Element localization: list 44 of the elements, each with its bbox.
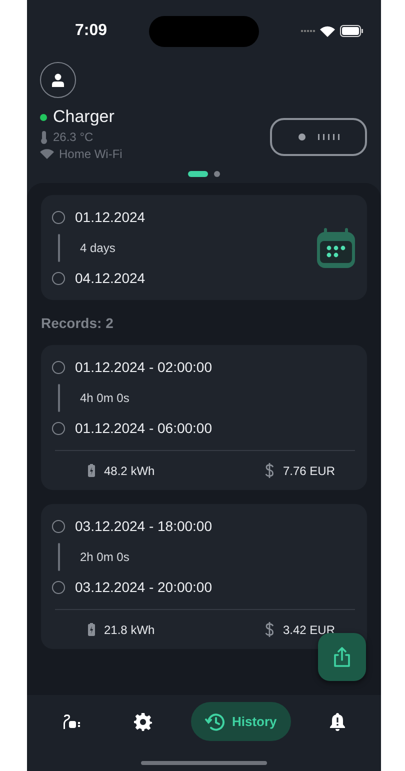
timeline-circle (52, 210, 65, 224)
end-date: 01.12.2024 - 06:00:00 (75, 420, 212, 436)
calendar-icon[interactable] (317, 228, 355, 268)
timeline-circle (52, 520, 65, 532)
settings-icon (134, 712, 152, 730)
duration-text: 4 days (80, 240, 116, 254)
person-icon (51, 73, 65, 87)
profile-button[interactable] (40, 62, 76, 98)
start-date: 01.12.2024 (75, 209, 146, 225)
end-date: 04.12.2024 (75, 270, 146, 286)
cost-text: 7.76 EUR (282, 464, 335, 478)
duration-text: 2h 0m 0s (80, 550, 130, 564)
timeline-circle (52, 360, 65, 374)
charger-name: Charger (53, 107, 114, 127)
wifi-icon (320, 26, 335, 36)
status-time: 7:09 (75, 22, 108, 40)
start-date: 03.12.2024 - 18:00:00 (75, 518, 212, 534)
timeline-circle (52, 272, 65, 284)
start-date: 01.12.2024 - 02:00:00 (75, 359, 212, 375)
nav-tab[interactable]: History (190, 702, 291, 741)
energy-text: 21.8 kWh (104, 622, 155, 636)
page-dot[interactable] (214, 171, 220, 177)
duration-text: 4h 0m 0s (80, 390, 130, 404)
dollar-icon (264, 463, 274, 478)
thermometer-icon (40, 130, 48, 144)
timeline-circle (52, 580, 65, 594)
charger-icon (63, 714, 82, 730)
battery-icon (340, 25, 363, 37)
dollar-icon (264, 622, 274, 637)
timeline-circle (52, 422, 65, 434)
battery-icon (88, 464, 95, 477)
bell-icon (330, 712, 345, 730)
wifi-icon (40, 149, 54, 159)
battery-icon (88, 623, 95, 636)
network-text: Home Wi-Fi (59, 147, 122, 161)
history-icon (204, 712, 225, 730)
records-count: Records: 2 (41, 315, 114, 331)
share-icon (333, 647, 351, 667)
energy-text: 48.2 kWh (104, 464, 155, 478)
end-date: 03.12.2024 - 20:00:00 (75, 579, 212, 595)
share-button[interactable] (318, 633, 366, 681)
signal-icon (301, 29, 315, 33)
cost-text: 3.42 EUR (282, 622, 335, 636)
temperature-text: 26.3 °C (53, 130, 94, 144)
